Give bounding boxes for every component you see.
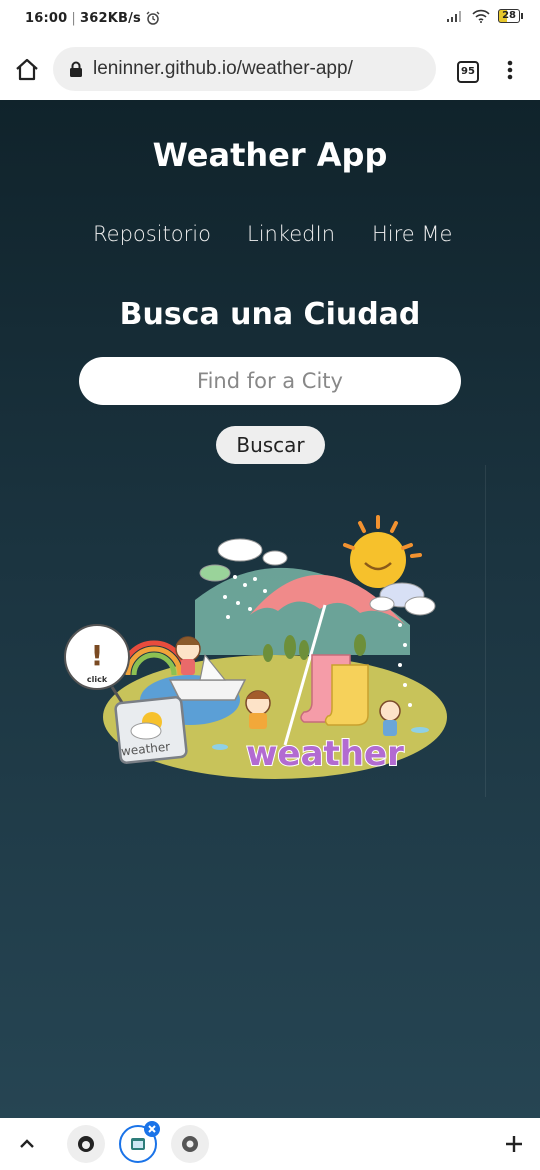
status-separator: | bbox=[71, 10, 76, 26]
home-icon[interactable] bbox=[12, 55, 42, 85]
puddle bbox=[212, 744, 228, 750]
status-bar: 16:00 | 362KB/s 28 bbox=[0, 0, 540, 38]
url-text: leninner.github.io/weather-app/ bbox=[93, 58, 353, 79]
search-button[interactable]: Buscar bbox=[216, 426, 325, 464]
browser-toolbar: leninner.github.io/weather-app/ 95 bbox=[0, 38, 540, 101]
click-sign: ! click bbox=[64, 624, 132, 716]
sign-mark: ! bbox=[91, 639, 104, 672]
app-title: Weather App bbox=[152, 136, 388, 174]
nav-link-hire-me[interactable]: Hire Me bbox=[372, 222, 452, 246]
signal-icon bbox=[447, 11, 462, 22]
github-icon bbox=[78, 1136, 94, 1152]
nav-link-repositorio[interactable]: Repositorio bbox=[93, 222, 211, 246]
puddle bbox=[411, 727, 429, 733]
alarm-icon bbox=[146, 11, 160, 25]
scroll-track bbox=[485, 465, 486, 797]
lock-icon bbox=[70, 61, 82, 77]
bottom-bar bbox=[0, 1118, 540, 1170]
nav-link-linkedin[interactable]: LinkedIn bbox=[247, 222, 335, 246]
paper-boat bbox=[168, 679, 247, 701]
city-search-input[interactable] bbox=[79, 357, 461, 405]
chevron-up-icon[interactable] bbox=[17, 1136, 37, 1150]
plus-icon[interactable] bbox=[504, 1134, 524, 1154]
github-tab-button[interactable] bbox=[67, 1125, 105, 1163]
weather-illustration: ! click weather weather bbox=[64, 515, 447, 779]
wifi-icon bbox=[472, 9, 490, 23]
status-left: 16:00 | 362KB/s bbox=[25, 10, 161, 26]
kid-in-rain bbox=[379, 700, 401, 736]
tab-switcher-button[interactable]: 95 bbox=[457, 61, 479, 83]
chrome-icon bbox=[182, 1136, 198, 1152]
more-menu-icon[interactable] bbox=[498, 58, 522, 82]
page-content: Weather App Repositorio LinkedIn Hire Me… bbox=[0, 100, 540, 1118]
battery-indicator: 28 bbox=[498, 9, 523, 23]
status-right: 28 bbox=[446, 9, 523, 23]
weather-card: weather bbox=[114, 696, 188, 764]
kid-with-glasses bbox=[245, 690, 271, 729]
image-icon bbox=[131, 1138, 145, 1150]
chrome-tab-button[interactable] bbox=[171, 1125, 209, 1163]
sign-text: click bbox=[87, 675, 108, 684]
search-heading: Busca una Ciudad bbox=[119, 297, 421, 332]
status-net-speed: 362KB/s bbox=[79, 10, 141, 26]
weather-word-art: weather bbox=[246, 734, 404, 774]
status-time: 16:00 bbox=[25, 10, 68, 26]
close-icon[interactable] bbox=[143, 1120, 161, 1138]
address-bar[interactable]: leninner.github.io/weather-app/ bbox=[53, 47, 436, 91]
sun-icon bbox=[343, 515, 422, 588]
